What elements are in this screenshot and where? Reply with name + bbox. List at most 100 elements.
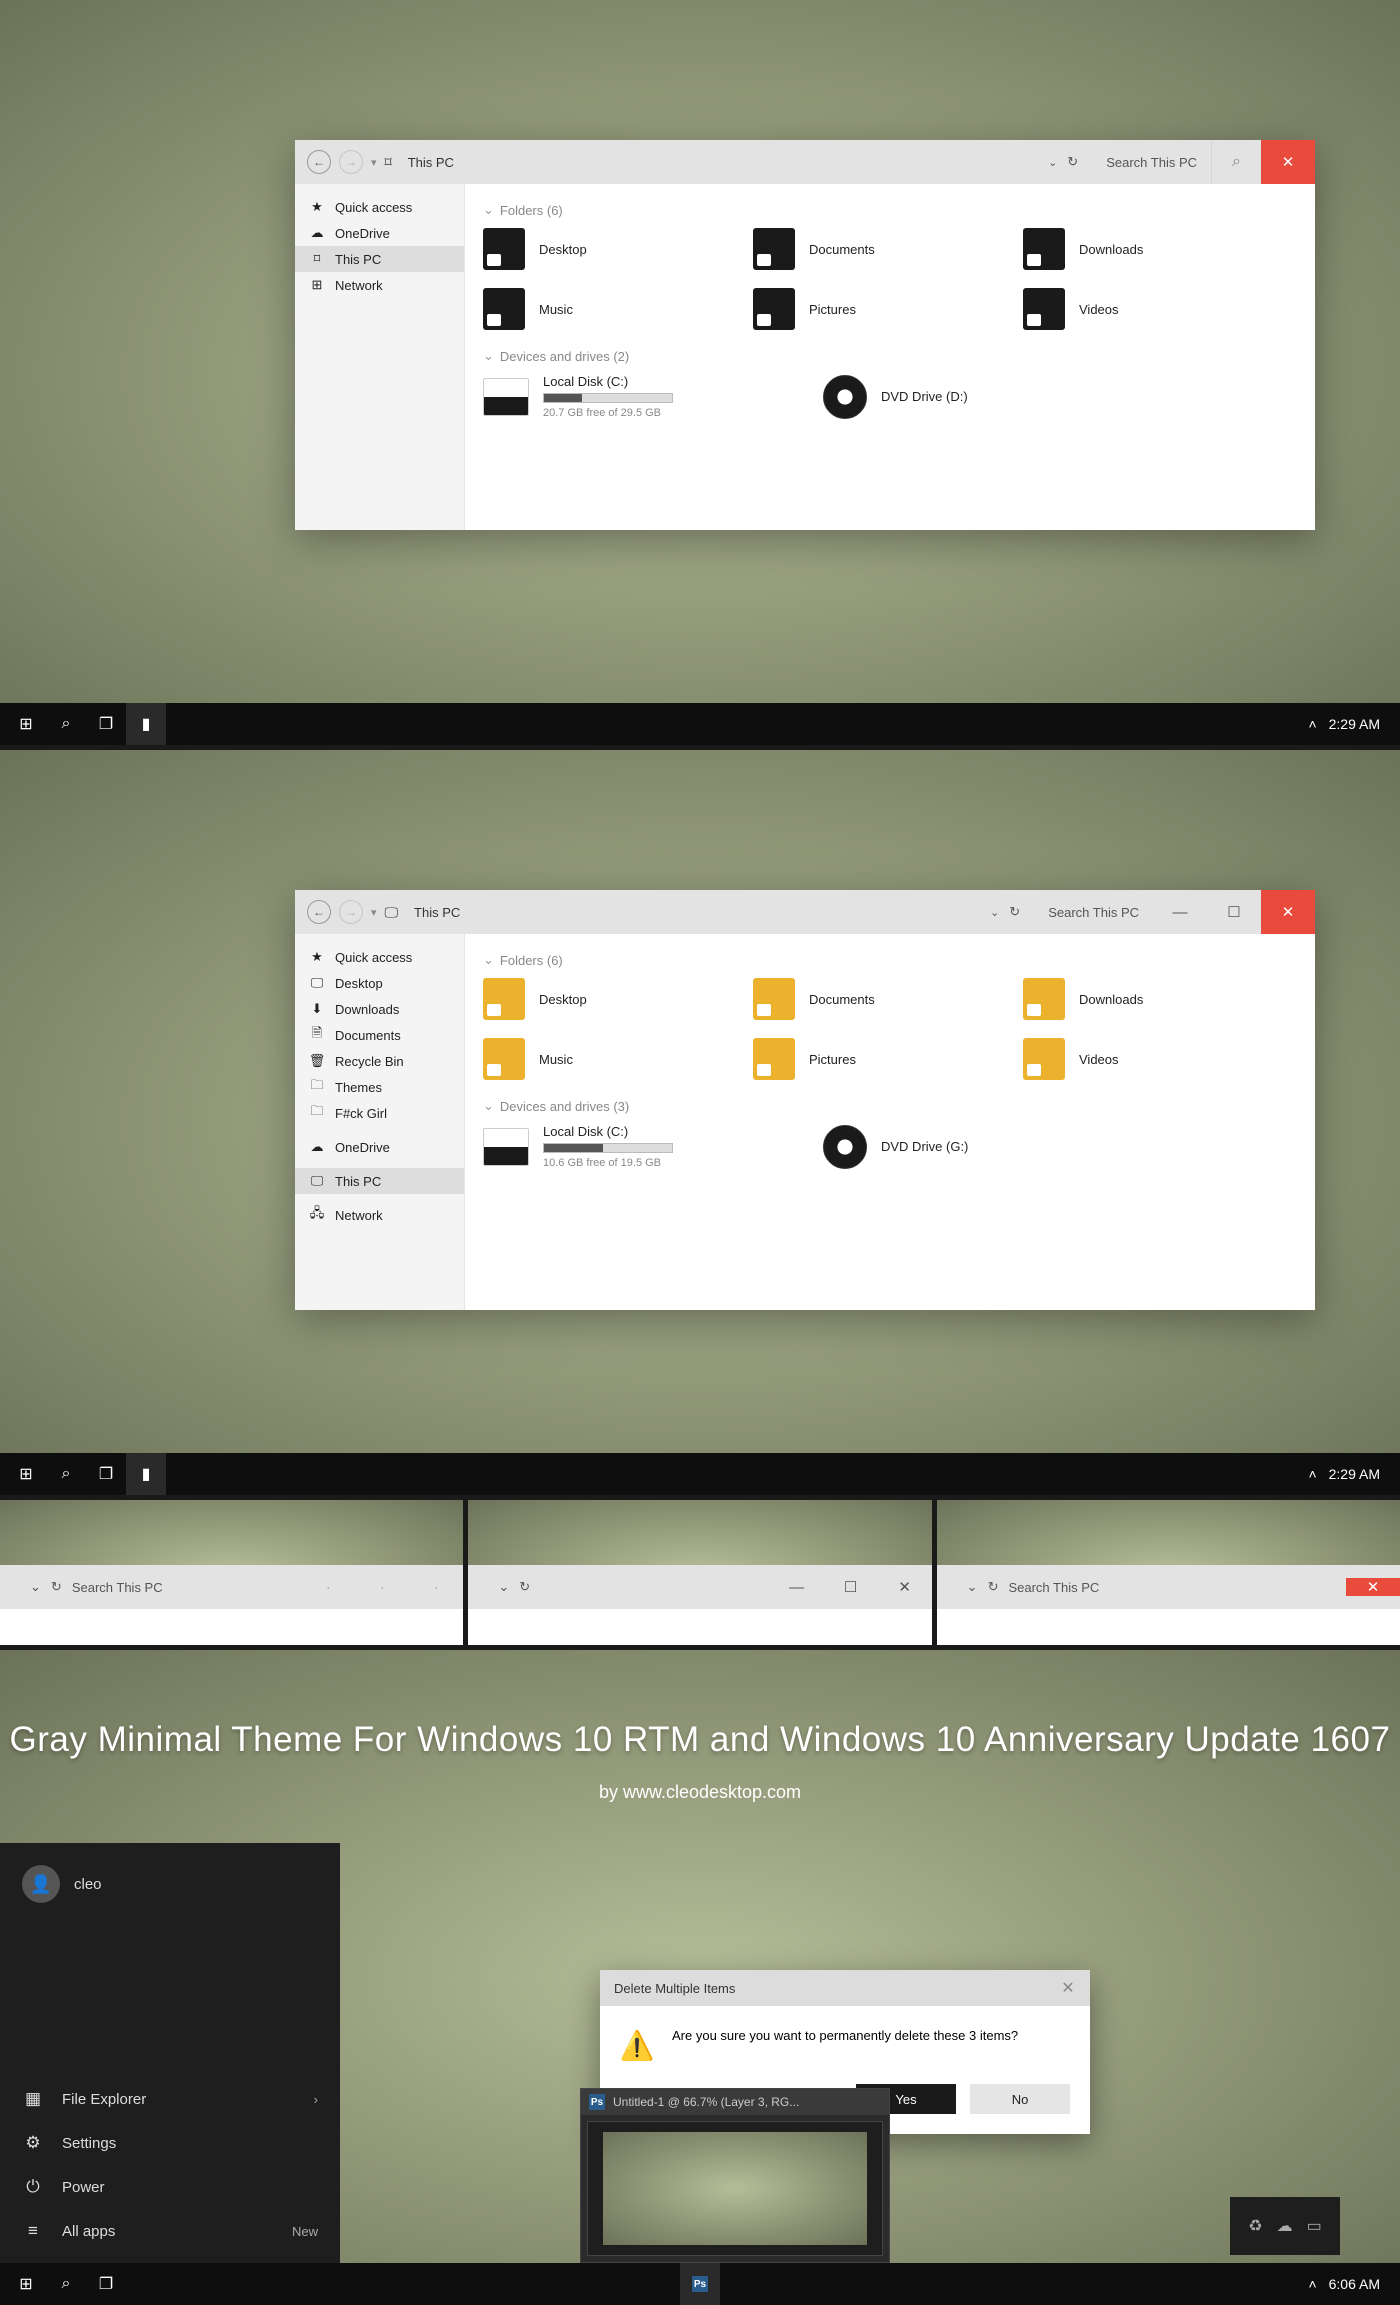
folders-header[interactable]: Folders (6): [483, 202, 1297, 218]
sidebar-desktop[interactable]: 🖵Desktop: [295, 970, 464, 996]
minimize-button[interactable]: —: [770, 1579, 824, 1596]
folder-downloads[interactable]: Downloads: [1023, 228, 1253, 270]
start-settings[interactable]: ⚙Settings: [0, 2121, 340, 2165]
sidebar-onedrive[interactable]: ☁OneDrive: [295, 1134, 464, 1160]
tray-chevron[interactable]: ˄: [1308, 716, 1316, 732]
search-placeholder[interactable]: Search This PC: [1048, 905, 1139, 920]
explorer-window: ← → ▾ ⌑ This PC ⌄ ↻ Search This PC ⌕ ✕ ★…: [295, 140, 1315, 530]
dvd-drive[interactable]: DVD Drive (G:): [823, 1124, 1123, 1169]
maximize-button[interactable]: ☐: [1207, 890, 1261, 934]
folder-desktop[interactable]: Desktop: [483, 228, 713, 270]
dropdown-chevron[interactable]: ▾: [371, 906, 377, 919]
close-button[interactable]: ✕: [1261, 140, 1315, 184]
taskbar: ⊞ ⌕ ❐ Ps ˄ 6:06 AM: [0, 2263, 1400, 2305]
start-all-apps[interactable]: ≡All appsNew: [0, 2209, 340, 2253]
photoshop-preview[interactable]: Ps Untitled-1 @ 66.7% (Layer 3, RG...: [580, 2088, 890, 2263]
task-view-button[interactable]: ❐: [86, 2263, 126, 2305]
folder-videos[interactable]: Videos: [1023, 1038, 1253, 1080]
close-button[interactable]: ✕: [1046, 1978, 1090, 1998]
desktop-icon: 🖵: [309, 975, 325, 991]
tray-chevron[interactable]: ˄: [1308, 2276, 1316, 2292]
local-disk[interactable]: Local Disk (C:) 10.6 GB free of 19.5 GB: [483, 1124, 783, 1169]
address-title[interactable]: This PC: [408, 155, 454, 170]
chevron-down-icon[interactable]: ⌄: [990, 906, 999, 919]
folder-documents[interactable]: Documents: [753, 978, 983, 1020]
devices-header[interactable]: Devices and drives (3): [483, 1098, 1297, 1114]
search-icon[interactable]: ⌕: [1211, 140, 1261, 184]
taskbar: ⊞ ⌕ ❐ ▮ ˄ 2:29 AM: [0, 703, 1400, 745]
photoshop-taskbar-icon[interactable]: Ps: [680, 2263, 720, 2305]
folder-videos[interactable]: Videos: [1023, 288, 1253, 330]
sidebar-onedrive[interactable]: ☁OneDrive: [295, 220, 464, 246]
folder-music[interactable]: Music: [483, 288, 713, 330]
task-view-button[interactable]: ❐: [86, 703, 126, 745]
sidebar-documents[interactable]: 🗎Documents: [295, 1022, 464, 1048]
sidebar-quick-access[interactable]: ★Quick access: [295, 194, 464, 220]
username: cleo: [74, 1876, 102, 1893]
chevron-down-icon[interactable]: ⌄: [1048, 156, 1057, 169]
explorer-taskbar-icon[interactable]: ▮: [126, 703, 166, 745]
sidebar-network[interactable]: 🖧Network: [295, 1202, 464, 1228]
sidebar-network[interactable]: ⊞Network: [295, 272, 464, 298]
folder-icon: [483, 288, 525, 330]
folder-documents[interactable]: Documents: [753, 228, 983, 270]
search-placeholder[interactable]: Search This PC: [1106, 155, 1197, 170]
sidebar-custom[interactable]: 🗀F#ck Girl: [295, 1100, 464, 1126]
close-button[interactable]: ✕: [1261, 890, 1315, 934]
start-button[interactable]: ⊞: [6, 2263, 46, 2305]
clock[interactable]: 2:29 AM: [1329, 1466, 1380, 1482]
folder-icon: 🗀: [309, 1079, 325, 1095]
sidebar-downloads[interactable]: ⬇Downloads: [295, 996, 464, 1022]
sidebar-themes[interactable]: 🗀Themes: [295, 1074, 464, 1100]
clock[interactable]: 2:29 AM: [1329, 716, 1380, 732]
sidebar-this-pc[interactable]: ⌑This PC: [295, 246, 464, 272]
start-button[interactable]: ⊞: [6, 703, 46, 745]
address-title[interactable]: This PC: [414, 905, 460, 920]
refresh-icon[interactable]: ↻: [1009, 904, 1020, 920]
folder-pictures[interactable]: Pictures: [753, 1038, 983, 1080]
tray-chevron[interactable]: ˄: [1308, 1466, 1316, 1482]
sidebar-this-pc[interactable]: 🖵This PC: [295, 1168, 464, 1194]
dropdown-chevron[interactable]: ▾: [371, 156, 377, 169]
folder-desktop[interactable]: Desktop: [483, 978, 713, 1020]
start-user[interactable]: 👤 cleo: [0, 1843, 340, 1925]
search-button[interactable]: ⌕: [46, 2263, 86, 2305]
folders-header[interactable]: Folders (6): [483, 952, 1297, 968]
folder-music[interactable]: Music: [483, 1038, 713, 1080]
maximize-button[interactable]: ·: [355, 1579, 409, 1596]
folder-icon: [753, 1038, 795, 1080]
tray-icon[interactable]: ▭: [1307, 2216, 1322, 2236]
close-button[interactable]: ✕: [1346, 1578, 1400, 1596]
start-power[interactable]: ⏻Power: [0, 2165, 340, 2209]
task-view-button[interactable]: ❐: [86, 1453, 126, 1495]
start-file-explorer[interactable]: ▦File Explorer›: [0, 2077, 340, 2121]
folder-downloads[interactable]: Downloads: [1023, 978, 1253, 1020]
minimize-button[interactable]: —: [1153, 890, 1207, 934]
close-button[interactable]: ·: [409, 1579, 463, 1596]
tray-icon[interactable]: ♻: [1248, 2216, 1262, 2236]
refresh-icon[interactable]: ↻: [1067, 154, 1078, 170]
minimize-button[interactable]: ·: [301, 1579, 355, 1596]
sidebar: ★Quick access 🖵Desktop ⬇Downloads 🗎Docum…: [295, 934, 465, 1310]
search-button[interactable]: ⌕: [46, 703, 86, 745]
devices-header[interactable]: Devices and drives (2): [483, 348, 1297, 364]
clock[interactable]: 6:06 AM: [1329, 2276, 1380, 2292]
explorer-taskbar-icon[interactable]: ▮: [126, 1453, 166, 1495]
dvd-drive[interactable]: DVD Drive (D:): [823, 374, 1123, 419]
sidebar-recycle[interactable]: 🗑Recycle Bin: [295, 1048, 464, 1074]
no-button[interactable]: No: [970, 2084, 1070, 2114]
back-button[interactable]: ←: [307, 150, 331, 174]
local-disk[interactable]: Local Disk (C:) 20.7 GB free of 29.5 GB: [483, 374, 783, 419]
forward-button[interactable]: →: [339, 900, 363, 924]
close-button[interactable]: ✕: [878, 1578, 932, 1596]
search-button[interactable]: ⌕: [46, 1453, 86, 1495]
maximize-button[interactable]: ☐: [824, 1578, 878, 1596]
start-button[interactable]: ⊞: [6, 1453, 46, 1495]
forward-button[interactable]: →: [339, 150, 363, 174]
sidebar-quick-access[interactable]: ★Quick access: [295, 944, 464, 970]
disk-icon: [483, 378, 529, 416]
hero: Gray Minimal Theme For Windows 10 RTM an…: [0, 1720, 1400, 1803]
folder-pictures[interactable]: Pictures: [753, 288, 983, 330]
back-button[interactable]: ←: [307, 900, 331, 924]
tray-icon[interactable]: ☁: [1277, 2216, 1293, 2236]
